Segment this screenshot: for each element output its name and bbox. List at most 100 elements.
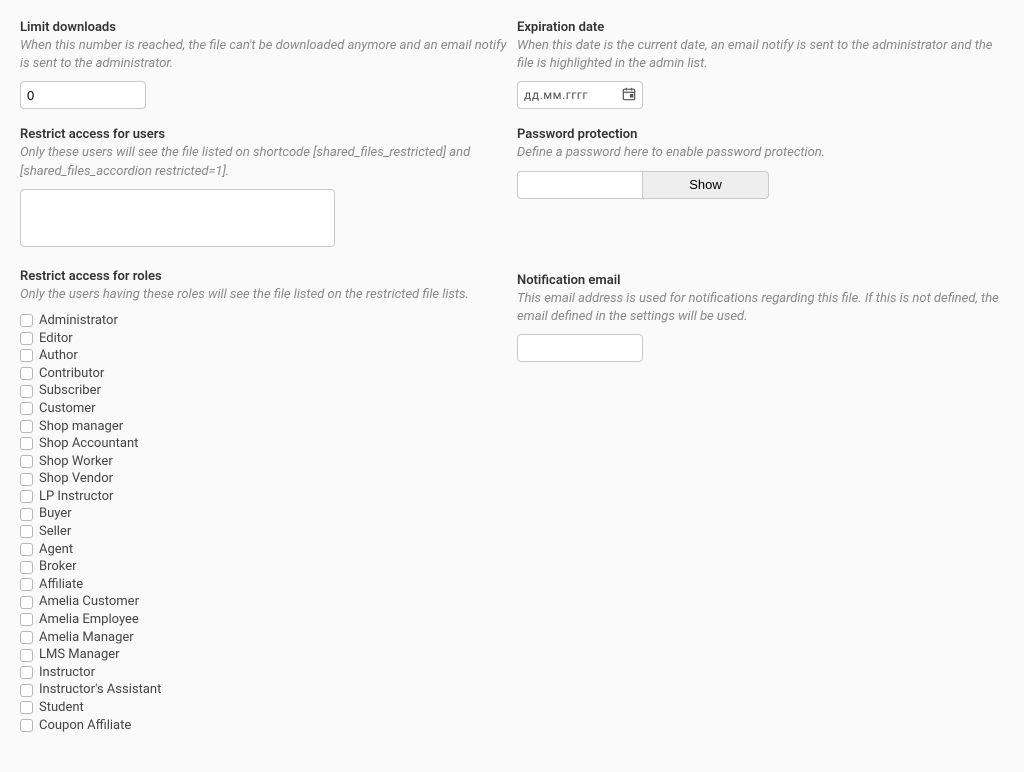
role-row: Amelia Customer [20, 593, 507, 611]
left-column: Limit downloads When this number is reac… [20, 20, 507, 752]
role-row: Student [20, 699, 507, 717]
role-row: Shop Accountant [20, 435, 507, 453]
role-checkbox[interactable] [20, 437, 33, 450]
role-checkbox[interactable] [20, 473, 33, 486]
role-row: Coupon Affiliate [20, 717, 507, 735]
role-label: Affiliate [39, 576, 83, 594]
role-row: Buyer [20, 505, 507, 523]
role-label: Coupon Affiliate [39, 717, 131, 735]
expiration-label: Expiration date [517, 20, 1004, 35]
role-row: Amelia Manager [20, 629, 507, 647]
role-checkbox[interactable] [20, 666, 33, 679]
expiration-input[interactable]: дд.мм.гггг [517, 81, 643, 109]
role-label: Amelia Manager [39, 629, 134, 647]
restrict-users-input[interactable] [20, 189, 335, 247]
role-row: Shop manager [20, 418, 507, 436]
role-checkbox[interactable] [20, 402, 33, 415]
password-input[interactable] [517, 171, 643, 199]
role-row: Shop Vendor [20, 470, 507, 488]
role-label: Editor [39, 330, 73, 348]
role-row: Instructor [20, 664, 507, 682]
role-row: Amelia Employee [20, 611, 507, 629]
role-label: Shop Accountant [39, 435, 138, 453]
role-checkbox[interactable] [20, 349, 33, 362]
role-row: LMS Manager [20, 646, 507, 664]
role-label: LP Instructor [39, 488, 113, 506]
right-column: Expiration date When this date is the cu… [517, 20, 1004, 752]
role-checkbox[interactable] [20, 420, 33, 433]
role-checkbox[interactable] [20, 314, 33, 327]
role-row: Administrator [20, 312, 507, 330]
role-label: Shop Vendor [39, 470, 113, 488]
role-checkbox[interactable] [20, 631, 33, 644]
role-checkbox[interactable] [20, 684, 33, 697]
role-row: Subscriber [20, 382, 507, 400]
restrict-users-label: Restrict access for users [20, 127, 507, 142]
role-checkbox[interactable] [20, 455, 33, 468]
role-label: Instructor's Assistant [39, 681, 161, 699]
role-checkbox[interactable] [20, 543, 33, 556]
role-row: Editor [20, 330, 507, 348]
restrict-roles-desc: Only the users having these roles will s… [20, 286, 507, 304]
role-label: Amelia Customer [39, 593, 139, 611]
limit-downloads-desc: When this number is reached, the file ca… [20, 37, 507, 73]
role-label: Instructor [39, 664, 95, 682]
role-checkbox[interactable] [20, 367, 33, 380]
restrict-users-field: Restrict access for users Only these use… [20, 127, 507, 250]
role-row: Shop Worker [20, 453, 507, 471]
role-checkbox[interactable] [20, 613, 33, 626]
restrict-users-desc: Only these users will see the file liste… [20, 144, 507, 180]
expiration-placeholder: дд.мм.гггг [524, 88, 588, 102]
show-password-button[interactable]: Show [643, 171, 769, 199]
password-field: Password protection Define a password he… [517, 127, 1004, 198]
role-row: Author [20, 347, 507, 365]
role-row: Customer [20, 400, 507, 418]
role-checkbox[interactable] [20, 719, 33, 732]
expiration-field: Expiration date When this date is the cu… [517, 20, 1004, 109]
role-checkbox[interactable] [20, 561, 33, 574]
role-label: Shop manager [39, 418, 123, 436]
restrict-roles-label: Restrict access for roles [20, 269, 507, 284]
role-row: Seller [20, 523, 507, 541]
roles-list: AdministratorEditorAuthorContributorSubs… [20, 312, 507, 734]
role-label: Buyer [39, 505, 72, 523]
role-checkbox[interactable] [20, 649, 33, 662]
role-checkbox[interactable] [20, 578, 33, 591]
role-label: Subscriber [39, 382, 101, 400]
password-desc: Define a password here to enable passwor… [517, 144, 1004, 162]
role-label: Shop Worker [39, 453, 113, 471]
role-checkbox[interactable] [20, 490, 33, 503]
role-row: Instructor's Assistant [20, 681, 507, 699]
expiration-desc: When this date is the current date, an e… [517, 37, 1004, 73]
notification-input[interactable] [517, 334, 643, 362]
role-row: Broker [20, 558, 507, 576]
restrict-roles-field: Restrict access for roles Only the users… [20, 269, 507, 734]
role-checkbox[interactable] [20, 508, 33, 521]
role-label: LMS Manager [39, 646, 120, 664]
calendar-icon [622, 87, 636, 104]
notification-field: Notification email This email address is… [517, 273, 1004, 362]
role-row: Affiliate [20, 576, 507, 594]
notification-desc: This email address is used for notificat… [517, 290, 1004, 326]
role-label: Contributor [39, 365, 104, 383]
role-label: Agent [39, 541, 73, 559]
role-label: Broker [39, 558, 77, 576]
role-checkbox[interactable] [20, 385, 33, 398]
role-row: Contributor [20, 365, 507, 383]
role-label: Customer [39, 400, 96, 418]
role-row: Agent [20, 541, 507, 559]
password-label: Password protection [517, 127, 1004, 142]
role-label: Administrator [39, 312, 118, 330]
role-checkbox[interactable] [20, 701, 33, 714]
role-label: Seller [39, 523, 71, 541]
notification-label: Notification email [517, 273, 1004, 288]
limit-downloads-field: Limit downloads When this number is reac… [20, 20, 507, 109]
limit-downloads-input[interactable] [20, 81, 146, 109]
role-checkbox[interactable] [20, 332, 33, 345]
limit-downloads-label: Limit downloads [20, 20, 507, 35]
role-checkbox[interactable] [20, 525, 33, 538]
role-checkbox[interactable] [20, 596, 33, 609]
role-row: LP Instructor [20, 488, 507, 506]
role-label: Author [39, 347, 78, 365]
role-label: Student [39, 699, 84, 717]
